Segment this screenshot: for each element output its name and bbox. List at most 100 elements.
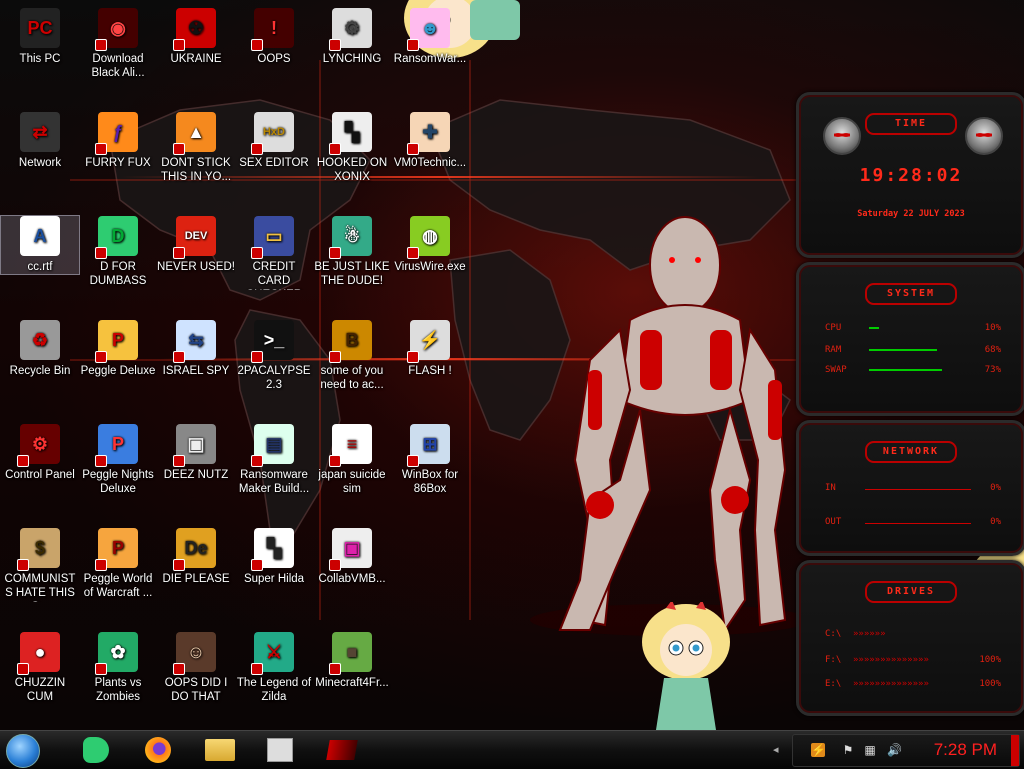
peggle-icon: P xyxy=(95,320,138,363)
this-pc-icon: PC xyxy=(20,8,60,48)
drives-widget-title: DRIVES xyxy=(865,581,957,603)
chuzzle-icon: ● xyxy=(17,632,60,675)
plants-vs-zombies-icon: ✿ xyxy=(95,632,138,675)
swap-label: SWAP xyxy=(825,365,847,375)
window-app-icon: ▤ xyxy=(251,424,294,467)
cartoon-icon: ☻ xyxy=(407,8,450,51)
desktop-icon-portrait[interactable]: ☺ OOPS DID I DO THAT xyxy=(157,632,235,704)
desktop-icon-hxd[interactable]: HxD SEX EDITOR xyxy=(235,112,313,170)
alien-logo-icon xyxy=(823,117,861,155)
desktop-icon-de-app[interactable]: De DIE PLEASE xyxy=(157,528,235,586)
desktop-icon-minecraft[interactable]: ■ Minecraft4Fr... xyxy=(313,632,391,690)
drive-c-row: C:\ »»»»»» xyxy=(825,629,1001,641)
taskbar-d-app-button[interactable] xyxy=(74,735,118,765)
taskbar-file-explorer-button[interactable] xyxy=(198,735,242,765)
desktop-icon-label: ISRAEL SPY xyxy=(162,365,230,377)
desktop-icon-label: Download Black Ali... xyxy=(91,53,145,79)
widget-date: Saturday 22 JULY 2023 xyxy=(857,209,965,219)
control-panel-icon: ⚙ xyxy=(17,424,60,467)
desktop-icon-label: CHUZZIN CUM xyxy=(14,677,66,703)
desktop-icon-money-bag[interactable]: $COMMUNISTS HATE THIS G... xyxy=(1,528,79,602)
desktop-icon-pixel-game[interactable]: ▚ Super Hilda xyxy=(235,528,313,586)
doctor-icon: ✚ xyxy=(407,112,450,155)
shortcut-arrow-icon xyxy=(251,663,263,675)
desktop-icon-gear-flag[interactable]: ⚙ LYNCHING xyxy=(313,8,391,66)
shortcut-arrow-icon xyxy=(407,351,419,363)
taskbar-computer-button[interactable] xyxy=(258,735,302,765)
desktop-icon-flash-installer[interactable]: ⚡ FLASH ! xyxy=(391,320,469,378)
desktop-icon-oops-app[interactable]: ! OOPS xyxy=(235,8,313,66)
desktop-icon-this-pc[interactable]: PC This PC xyxy=(1,8,79,66)
desktop-icon-document-sim[interactable]: ≡ japan suicide sim xyxy=(313,424,391,496)
alien-download-icon: ◉ xyxy=(95,8,138,51)
cpu-bar xyxy=(869,327,879,329)
firefox-icon: ƒ xyxy=(95,112,138,155)
desktop[interactable]: PC This PC ⇄ Network Acc.rtf ♻ Recycle Bin ⚙ Con… xyxy=(0,0,1024,730)
network-icon: ⇄ xyxy=(20,112,60,152)
desktop-icon-label: UKRAINE xyxy=(170,53,222,65)
desktop-icon-vlc-cone[interactable]: ▲ DONT STICK THIS IN YO... xyxy=(157,112,235,184)
oops-app-icon: ! xyxy=(251,8,294,51)
desktop-icon-firefox[interactable]: ƒ FURRY FUX xyxy=(79,112,157,170)
desktop-icon-cartoon[interactable]: ☻ RansomWar... xyxy=(391,8,469,66)
drive-e-row: E:\ »»»»»»»»»»»»»» 100% xyxy=(825,679,1001,691)
desktop-icon-windows-stack[interactable]: ▣ DEEZ NUTZ xyxy=(157,424,235,482)
desktop-icon-collabvm[interactable]: ▣ CollabVMB... xyxy=(313,528,391,586)
desktop-icon-alien-download[interactable]: ◉ Download Black Ali... xyxy=(79,8,157,80)
desktop-icon-dev-cpp[interactable]: DEV NEVER USED! xyxy=(157,216,235,274)
time-widget: TIME 19:28:02 Saturday 22 JULY 2023 xyxy=(796,92,1024,258)
desktop-icon-network-share[interactable]: ⇆ ISRAEL SPY xyxy=(157,320,235,378)
desktop-icon-console[interactable]: >_ 2PACALYPSE 2.3 xyxy=(235,320,313,392)
desktop-icon-doctor[interactable]: ✚ VM0Technic... xyxy=(391,112,469,170)
desktop-icon-lime[interactable]: ◍ VirusWire.exe xyxy=(391,216,469,274)
desktop-icon-control-panel[interactable]: ⚙ Control Panel xyxy=(1,424,79,482)
desktop-icon-rtf-document[interactable]: Acc.rtf xyxy=(0,215,80,275)
desktop-icon-label: VirusWire.exe xyxy=(394,261,466,273)
desktop-icon-d-app[interactable]: DD FOR DUMBASS xyxy=(79,216,157,288)
desktop-icon-xonix[interactable]: ▚ HOOKED ON XONIX xyxy=(313,112,391,184)
start-orb-icon[interactable] xyxy=(6,734,40,768)
shortcut-arrow-icon xyxy=(407,143,419,155)
network-in-label: IN xyxy=(825,483,836,493)
flag-icon[interactable]: ⚑ xyxy=(841,743,855,757)
desktop-icon-santa[interactable]: ☃ BE JUST LIKE THE DUDE! xyxy=(313,216,391,288)
volume-icon[interactable]: 🔊 xyxy=(887,743,902,757)
desktop-icon-radiation[interactable]: ☢ UKRAINE xyxy=(157,8,235,66)
show-desktop-button[interactable] xyxy=(1011,735,1019,766)
desktop-icon-label: LYNCHING xyxy=(322,53,382,65)
desktop-icon-beaver[interactable]: Bsome of you need to ac... xyxy=(313,320,391,392)
taskbar-control-panel-button[interactable] xyxy=(320,735,364,765)
desktop-icon-credit-card[interactable]: ▭CREDIT CARD CHECKER xyxy=(235,216,313,290)
shortcut-arrow-icon xyxy=(251,455,263,467)
desktop-icon-network[interactable]: ⇄ Network xyxy=(1,112,79,170)
shortcut-arrow-icon xyxy=(173,455,185,467)
desktop-icon-recycle-bin[interactable]: ♻ Recycle Bin xyxy=(1,320,79,378)
desktop-icon-label: FURRY FUX xyxy=(85,157,151,169)
system-tray: ◂ ⚡ ⚑ ▦ 🔊 7:28 PM xyxy=(773,734,1020,767)
desktop-icon-peggle-nights[interactable]: P Peggle Nights Deluxe xyxy=(79,424,157,496)
desktop-icon-peggle[interactable]: P Peggle Deluxe xyxy=(79,320,157,378)
network-out-label: OUT xyxy=(825,517,842,527)
security-icon[interactable]: ⚡ xyxy=(811,743,826,757)
desktop-icon-label: Peggle Deluxe xyxy=(80,365,156,377)
shortcut-arrow-icon xyxy=(95,39,107,51)
shortcut-arrow-icon xyxy=(17,559,29,571)
desktop-icon-peggle-wow[interactable]: P Peggle World of Warcraft ... xyxy=(79,528,157,600)
taskbar-firefox-button[interactable] xyxy=(136,735,180,765)
desktop-icon-label: Recycle Bin xyxy=(9,365,71,377)
show-hidden-icons-button[interactable]: ◂ xyxy=(773,743,779,756)
windows-stack-icon: ▣ xyxy=(173,424,216,467)
cartoon-girl-sticker xyxy=(642,602,730,730)
desktop-icon-window-app[interactable]: ▤ Ransomware Maker Build... xyxy=(235,424,313,496)
desktop-icon-winbox[interactable]: ⊞ WinBox for 86Box xyxy=(391,424,469,496)
d-app-icon xyxy=(83,737,109,763)
network-icon[interactable]: ▦ xyxy=(863,743,877,757)
network-out-graph xyxy=(865,523,971,524)
desktop-icon-plants-vs-zombies[interactable]: ✿ Plants vs Zombies xyxy=(79,632,157,704)
desktop-icon-chuzzle[interactable]: ● CHUZZIN CUM xyxy=(1,632,79,704)
desktop-icon-link-sprite[interactable]: ⚔ The Legend of Zilda xyxy=(235,632,313,704)
taskbar-clock[interactable]: 7:28 PM xyxy=(934,740,997,760)
shortcut-arrow-icon xyxy=(329,39,341,51)
console-icon: >_ xyxy=(251,320,294,363)
swap-value: 73% xyxy=(984,365,1001,375)
